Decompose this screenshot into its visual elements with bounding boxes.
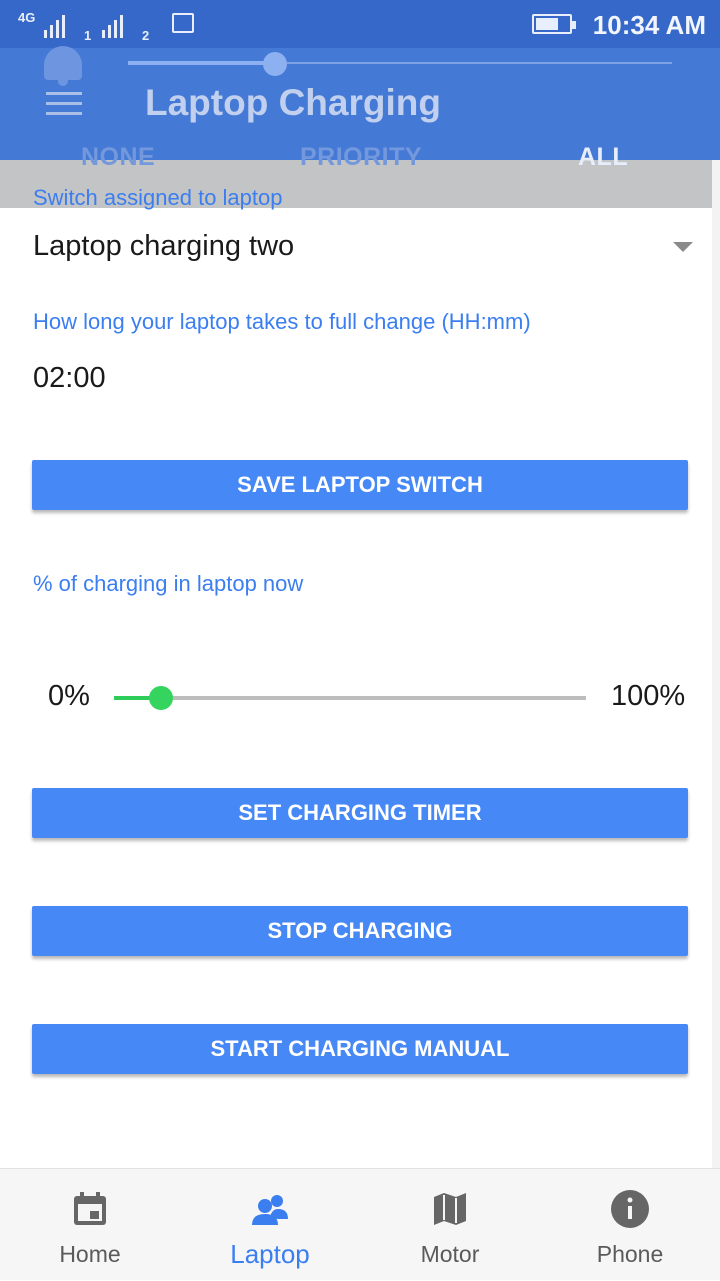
signal-icon (102, 12, 123, 38)
nav-laptop[interactable]: Laptop (180, 1169, 360, 1281)
dropdown-arrow-icon (673, 242, 693, 252)
nav-laptop-label: Laptop (230, 1239, 310, 1269)
charge-slider[interactable] (114, 686, 586, 710)
save-laptop-switch-button[interactable]: SAVE LAPTOP SWITCH (32, 460, 688, 510)
image-icon (172, 13, 194, 33)
nav-motor-label: Motor (420, 1241, 480, 1267)
nav-phone[interactable]: Phone (540, 1169, 720, 1281)
nav-phone-label: Phone (596, 1241, 664, 1267)
set-charging-timer-button[interactable]: SET CHARGING TIMER (32, 788, 688, 838)
tab-priority[interactable]: PRIORITY (300, 143, 422, 172)
max-percent-label: 100% (611, 680, 686, 712)
calendar-icon (74, 1192, 106, 1225)
slider-track (114, 696, 586, 700)
nav-home[interactable]: Home (0, 1169, 180, 1281)
switch-value: Laptop charging two (33, 230, 295, 262)
clock: 10:34 AM (592, 10, 706, 40)
bottom-nav: Home Laptop Motor Phone (0, 1168, 720, 1280)
tab-all[interactable]: ALL (578, 143, 628, 172)
duration-label: How long your laptop takes to full chang… (33, 309, 531, 334)
charge-label: % of charging in laptop now (33, 571, 304, 596)
volume-fill (128, 61, 275, 65)
status-bar: 4G 1 2 10:34 AM (0, 0, 720, 48)
sim2-label: 2 (142, 28, 150, 43)
start-charging-manual-button[interactable]: START CHARGING MANUAL (32, 1024, 688, 1074)
volume-thumb[interactable] (262, 52, 287, 76)
battery-icon (532, 14, 576, 34)
scrollbar[interactable] (712, 160, 720, 1170)
tab-none[interactable]: NONE (81, 143, 155, 172)
slider-thumb[interactable] (149, 686, 174, 710)
info-icon (611, 1190, 649, 1228)
switch-label: Switch assigned to laptop (33, 185, 283, 210)
min-percent-label: 0% (48, 680, 90, 712)
network-type: 4G (18, 10, 36, 25)
bell-icon[interactable] (40, 40, 86, 86)
signal-icon (44, 12, 65, 38)
menu-icon[interactable] (46, 92, 82, 116)
people-icon (252, 1195, 288, 1225)
stop-charging-button[interactable]: STOP CHARGING (32, 906, 688, 956)
duration-input[interactable]: 02:00 (33, 362, 433, 402)
page-title: Laptop Charging (145, 82, 441, 123)
nav-home-label: Home (59, 1241, 121, 1267)
map-icon (434, 1193, 466, 1225)
nav-motor[interactable]: Motor (360, 1169, 540, 1281)
switch-dropdown[interactable]: Laptop charging two (33, 226, 693, 270)
